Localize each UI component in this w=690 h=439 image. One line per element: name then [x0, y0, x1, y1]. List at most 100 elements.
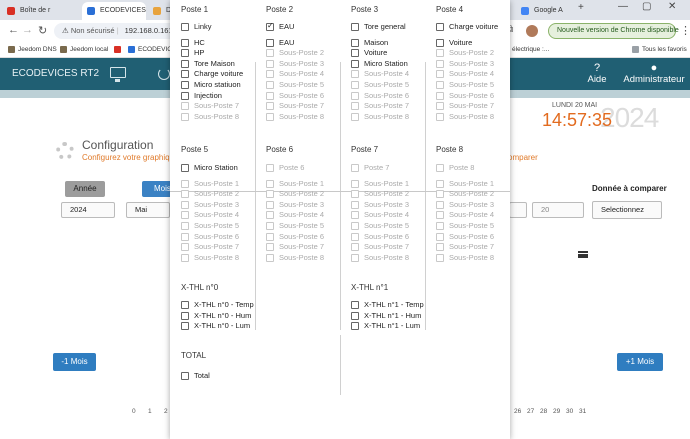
checkbox-box	[436, 91, 444, 100]
column-heading: Poste 7	[351, 145, 379, 154]
month-select[interactable]: Mai	[126, 202, 170, 218]
menu-dots-icon[interactable]: ⋮	[680, 24, 690, 37]
checkbox-label: Sous-Poste 8	[279, 252, 325, 262]
monitor-icon[interactable]	[110, 67, 126, 82]
hamburger-menu-icon[interactable]	[578, 251, 588, 258]
checkbox-label: Sous-Poste 2	[279, 48, 325, 58]
axis-tick-label: 30	[566, 408, 574, 415]
checkbox-box[interactable]	[181, 322, 189, 331]
maximize-icon[interactable]: ▢	[642, 1, 651, 12]
compare-select[interactable]: Selectionnez	[592, 201, 662, 219]
checkbox-box[interactable]	[266, 21, 274, 31]
chrome-update-button[interactable]: Nouvelle version de Chrome disponible	[548, 23, 679, 39]
checkbox-label: Sous-Poste 8	[449, 111, 495, 121]
security-label: Non sécurisé	[70, 26, 115, 35]
checkbox-label: Sous-Poste 7	[279, 242, 325, 252]
checkbox-box	[181, 112, 189, 121]
checkbox-box[interactable]	[436, 38, 444, 47]
column-heading: Poste 3	[351, 5, 379, 14]
bookmark-icon	[114, 46, 121, 53]
month-mode-button[interactable]: Mois	[142, 181, 171, 197]
checkbox-box[interactable]	[351, 38, 359, 47]
checkbox-box[interactable]	[351, 49, 359, 58]
checkbox-box[interactable]	[351, 311, 359, 320]
checkbox-box[interactable]	[266, 38, 274, 47]
checkbox-label: Sous-Poste 5	[194, 221, 240, 230]
browser-tab[interactable]: ECODEVICES	[82, 2, 146, 20]
bookmark-item[interactable]: Jeedom DNS	[8, 44, 57, 55]
checkbox-box	[266, 211, 274, 220]
checkbox-box[interactable]	[181, 38, 189, 47]
checkbox-label: Sous-Poste 1	[364, 178, 410, 188]
minimize-icon[interactable]: —	[618, 1, 628, 12]
clock: 14:57:35	[542, 110, 613, 130]
admin-button[interactable]: ● Administrateur	[618, 62, 690, 86]
checkbox-label: Sous-Poste 5	[449, 80, 495, 89]
checkbox-box[interactable]	[181, 81, 189, 89]
all-bookmarks[interactable]: Tous les favoris	[632, 44, 687, 55]
checkbox-box[interactable]	[181, 164, 189, 172]
browser-tab[interactable]: Boîte de r	[2, 2, 80, 20]
checkbox-label: Sous-Poste 7	[364, 242, 410, 252]
brand-title: ECODEVICES RT2	[12, 68, 100, 79]
checkbox-box[interactable]	[351, 59, 359, 68]
checkbox-box	[436, 211, 444, 220]
checkbox-box	[181, 190, 189, 199]
checkbox-label: HC	[194, 37, 205, 47]
checkbox-label: Sous-Poste 4	[364, 69, 410, 79]
checkbox-label: Sous-Poste 4	[194, 210, 240, 220]
checkbox-box[interactable]	[181, 70, 189, 79]
new-tab-icon[interactable]: +	[578, 2, 584, 13]
checkbox-box	[436, 200, 444, 209]
tab-label: ECODEVICES	[100, 7, 146, 14]
checkbox-box[interactable]	[181, 91, 189, 100]
checkbox-label: Sous-Poste 7	[194, 242, 240, 252]
checkbox-box[interactable]	[436, 23, 444, 31]
checkbox-box[interactable]	[181, 311, 189, 320]
checkbox-box	[351, 190, 359, 199]
checkbox-label: Sous-Poste 2	[449, 48, 495, 58]
power-icon[interactable]	[158, 68, 170, 80]
tab-label: Boîte de r	[20, 7, 51, 14]
checkbox-box[interactable]	[351, 322, 359, 331]
help-button[interactable]: ? Aide	[584, 62, 610, 86]
bookmark-item[interactable]: Jeedom local	[60, 44, 108, 55]
tab-favicon-icon	[521, 7, 529, 15]
checkbox-box[interactable]	[181, 23, 189, 31]
checkbox-box[interactable]	[351, 301, 359, 309]
checkbox-box	[266, 49, 274, 58]
checkbox-box[interactable]	[181, 49, 189, 58]
day-select[interactable]: 20	[532, 202, 584, 218]
checkbox-label: Sous-Poste 7	[364, 101, 410, 111]
checkbox-label: Linky	[194, 22, 212, 31]
checkbox-label: Sous-Poste 1	[279, 178, 325, 188]
reload-icon[interactable]: ↻	[38, 24, 47, 37]
checkbox-label: Sous-Poste 6	[364, 90, 410, 100]
checkbox-box	[351, 243, 359, 252]
column-heading: Poste 1	[181, 5, 209, 14]
checkbox-box	[266, 70, 274, 79]
checkbox-label: Poste 8	[449, 163, 475, 172]
checkbox-box	[181, 179, 189, 188]
checkbox-label: HP	[194, 48, 205, 58]
year-select[interactable]: 2024	[61, 202, 115, 218]
next-month-button[interactable]: +1 Mois	[617, 353, 663, 371]
checkbox-box[interactable]	[351, 23, 359, 31]
axis-tick-label: 26	[514, 408, 522, 415]
checkbox-box[interactable]	[181, 372, 189, 380]
profile-avatar[interactable]	[526, 25, 538, 37]
back-icon[interactable]: ←	[8, 24, 19, 36]
browser-tab[interactable]: Google A	[516, 2, 574, 20]
column-heading: Poste 2	[266, 5, 294, 14]
checkbox-box[interactable]	[181, 301, 189, 309]
prev-month-button[interactable]: -1 Mois	[53, 353, 96, 371]
secondary-select[interactable]	[509, 202, 527, 218]
page-title: Configuration	[82, 138, 154, 152]
close-icon[interactable]: ✕	[668, 1, 676, 12]
checkbox-label: Poste 6	[279, 163, 305, 172]
checkbox-label: Sous-Poste 4	[364, 210, 410, 220]
year-mode-button[interactable]: Année	[65, 181, 105, 197]
checkbox-box[interactable]	[181, 59, 189, 68]
forward-icon[interactable]: →	[22, 24, 33, 36]
axis-tick-label: 1	[148, 408, 152, 415]
